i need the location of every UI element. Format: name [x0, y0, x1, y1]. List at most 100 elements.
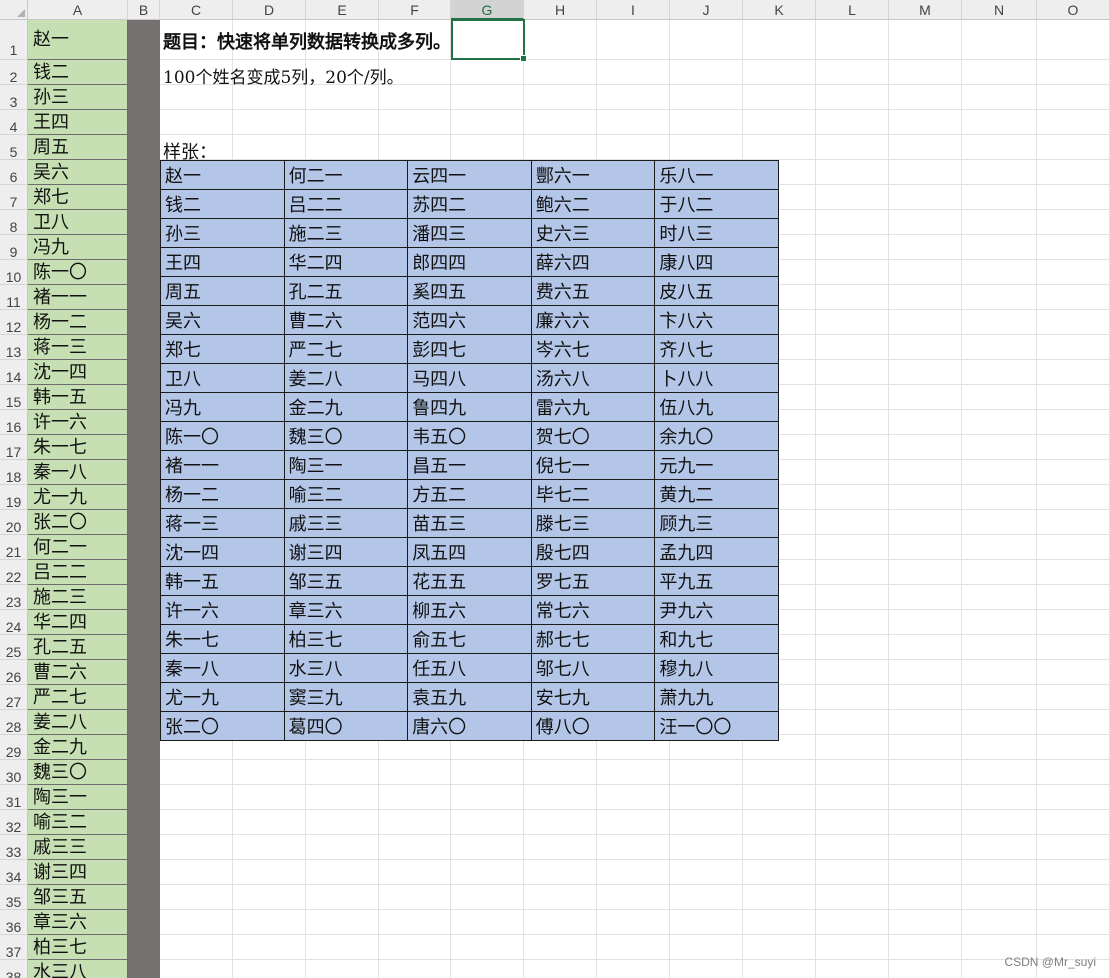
column-a-cell[interactable]: 邹三五	[28, 885, 128, 910]
sample-table-cell[interactable]: 穆九八	[654, 653, 779, 683]
column-b-fill[interactable]	[128, 20, 160, 978]
column-a-cell[interactable]: 尤一九	[28, 485, 128, 510]
sample-table-cell[interactable]: 殷七四	[530, 537, 656, 567]
sample-table-cell[interactable]: 郑七	[160, 334, 285, 364]
sample-table-cell[interactable]: 吴六	[160, 305, 285, 335]
sample-table-cell[interactable]: 吕二二	[283, 189, 409, 219]
sample-table-cell[interactable]: 黄九二	[654, 479, 779, 509]
sample-table-cell[interactable]: 汪一〇〇	[654, 711, 779, 741]
sample-table-cell[interactable]: 陶三一	[283, 450, 409, 480]
sample-table-cell[interactable]: 周五	[160, 276, 285, 306]
sample-table-cell[interactable]: 朱一七	[160, 624, 285, 654]
sample-table-cell[interactable]: 廉六六	[530, 305, 656, 335]
sample-table-cell[interactable]: 顾九三	[654, 508, 779, 538]
row-header-15[interactable]: 15	[0, 385, 28, 410]
sample-table-cell[interactable]: 马四八	[407, 363, 532, 393]
sample-table-cell[interactable]: 邬七八	[530, 653, 656, 683]
column-a-cell[interactable]: 钱二	[28, 60, 128, 85]
problem-title[interactable]: 题目：快速将单列数据转换成多列。	[163, 28, 451, 54]
row-header-19[interactable]: 19	[0, 485, 28, 510]
sample-table-cell[interactable]: 平九五	[654, 566, 779, 596]
sample-table-cell[interactable]: 谢三四	[283, 537, 409, 567]
sample-table-cell[interactable]: 冯九	[160, 392, 285, 422]
column-header-m[interactable]: M	[889, 0, 962, 20]
sample-table-cell[interactable]: 陈一〇	[160, 421, 285, 451]
column-a-cell[interactable]: 韩一五	[28, 385, 128, 410]
fill-handle[interactable]	[520, 55, 527, 62]
sample-table-cell[interactable]: 费六五	[530, 276, 656, 306]
sample-table-cell[interactable]: 罗七五	[530, 566, 656, 596]
column-a-cell[interactable]: 许一六	[28, 410, 128, 435]
sample-table-cell[interactable]: 孟九四	[654, 537, 779, 567]
sample-table-cell[interactable]: 郎四四	[407, 247, 532, 277]
sample-table-cell[interactable]: 安七九	[530, 682, 656, 712]
row-header-11[interactable]: 11	[0, 285, 28, 310]
sample-table-cell[interactable]: 孔二五	[283, 276, 409, 306]
row-header-20[interactable]: 20	[0, 510, 28, 535]
row-header-37[interactable]: 37	[0, 935, 28, 960]
column-header-f[interactable]: F	[379, 0, 451, 20]
row-header-36[interactable]: 36	[0, 910, 28, 935]
sample-table-cell[interactable]: 时八三	[654, 218, 779, 248]
row-header-5[interactable]: 5	[0, 135, 28, 160]
column-a-cell[interactable]: 柏三七	[28, 935, 128, 960]
column-a-cell[interactable]: 章三六	[28, 910, 128, 935]
sample-table-cell[interactable]: 滕七三	[530, 508, 656, 538]
row-header-14[interactable]: 14	[0, 360, 28, 385]
column-a-cell[interactable]: 喻三二	[28, 810, 128, 835]
sample-table-cell[interactable]: 倪七一	[530, 450, 656, 480]
row-header-29[interactable]: 29	[0, 735, 28, 760]
row-header-3[interactable]: 3	[0, 85, 28, 110]
row-header-31[interactable]: 31	[0, 785, 28, 810]
row-header-23[interactable]: 23	[0, 585, 28, 610]
sample-table-cell[interactable]: 奚四五	[407, 276, 532, 306]
row-header-38[interactable]: 38	[0, 960, 28, 978]
sample-table-cell[interactable]: 袁五九	[407, 682, 532, 712]
sample-table-cell[interactable]: 卜八八	[654, 363, 779, 393]
sample-table-cell[interactable]: 水三八	[283, 653, 409, 683]
sample-table-cell[interactable]: 柳五六	[407, 595, 532, 625]
row-header-6[interactable]: 6	[0, 160, 28, 185]
row-header-25[interactable]: 25	[0, 635, 28, 660]
sample-table-cell[interactable]: 昌五一	[407, 450, 532, 480]
sample-table-cell[interactable]: 潘四三	[407, 218, 532, 248]
sample-table-cell[interactable]: 苏四二	[407, 189, 532, 219]
column-header-d[interactable]: D	[233, 0, 306, 20]
row-header-22[interactable]: 22	[0, 560, 28, 585]
row-header-1[interactable]: 1	[0, 20, 28, 60]
sample-table-cell[interactable]: 元九一	[654, 450, 779, 480]
column-header-b[interactable]: B	[128, 0, 160, 20]
sample-table-cell[interactable]: 和九七	[654, 624, 779, 654]
sample-table-cell[interactable]: 郝七七	[530, 624, 656, 654]
column-a-cell[interactable]: 何二一	[28, 535, 128, 560]
row-header-16[interactable]: 16	[0, 410, 28, 435]
column-a-cell[interactable]: 孔二五	[28, 635, 128, 660]
row-header-12[interactable]: 12	[0, 310, 28, 335]
column-a-cell[interactable]: 赵一	[28, 20, 128, 60]
column-a-cell[interactable]: 蒋一三	[28, 335, 128, 360]
row-header-4[interactable]: 4	[0, 110, 28, 135]
active-cell-selection[interactable]	[451, 19, 525, 60]
column-header-j[interactable]: J	[670, 0, 743, 20]
column-a-cell[interactable]: 郑七	[28, 185, 128, 210]
sample-table-cell[interactable]: 韩一五	[160, 566, 285, 596]
row-header-2[interactable]: 2	[0, 60, 28, 85]
sample-table-cell[interactable]: 章三六	[283, 595, 409, 625]
sample-table-cell[interactable]: 苗五三	[407, 508, 532, 538]
sample-table-cell[interactable]: 沈一四	[160, 537, 285, 567]
row-header-28[interactable]: 28	[0, 710, 28, 735]
sample-table-cell[interactable]: 萧九九	[654, 682, 779, 712]
sample-table-cell[interactable]: 方五二	[407, 479, 532, 509]
sample-table-cell[interactable]: 岑六七	[530, 334, 656, 364]
column-header-h[interactable]: H	[524, 0, 597, 20]
row-header-34[interactable]: 34	[0, 860, 28, 885]
column-a-cell[interactable]: 孙三	[28, 85, 128, 110]
sample-table-cell[interactable]: 皮八五	[654, 276, 779, 306]
column-a-cell[interactable]: 魏三〇	[28, 760, 128, 785]
sample-table-cell[interactable]: 于八二	[654, 189, 779, 219]
column-a-cell[interactable]: 卫八	[28, 210, 128, 235]
column-header-n[interactable]: N	[962, 0, 1037, 20]
sample-table-cell[interactable]: 范四六	[407, 305, 532, 335]
sample-table-cell[interactable]: 姜二八	[283, 363, 409, 393]
sample-table-cell[interactable]: 常七六	[530, 595, 656, 625]
